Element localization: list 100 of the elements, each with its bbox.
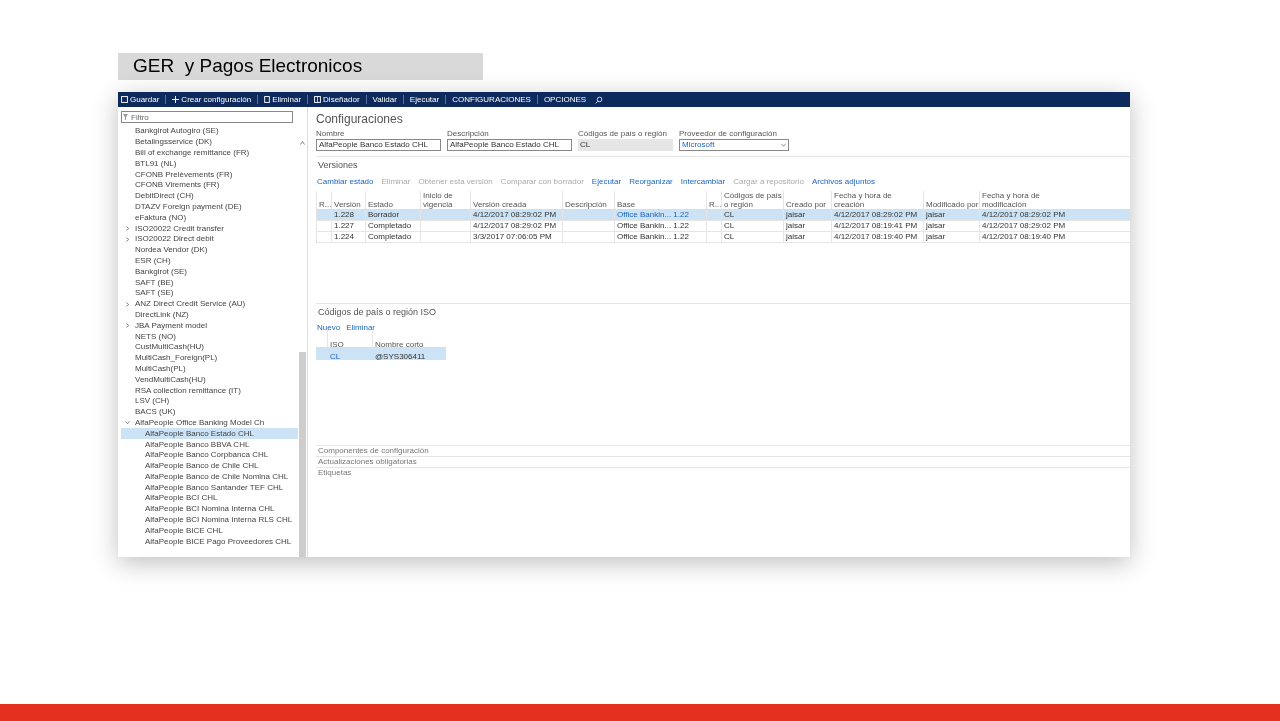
tree-item[interactable]: AlfaPeople Banco de Chile CHL — [121, 460, 298, 472]
action-button[interactable]: Archivos adjuntos — [811, 175, 876, 188]
tree-item[interactable]: JBA Payment model — [121, 320, 298, 332]
tree-item[interactable]: BTL91 (NL) — [121, 158, 298, 170]
tree-item[interactable]: AlfaPeople Banco BBVA CHL — [121, 439, 298, 450]
scroll-up-icon[interactable] — [300, 141, 305, 145]
table-row[interactable]: 1.224 Completado 3/3/2017 07:06:05 PM Office Bankin... 1.22 CL jaisar 4/12/2017 08:19:40 PM jaisar 4/12/2017 08:19:40 PM — [316, 231, 1130, 243]
tree-item[interactable]: RSA collection remittance (IT) — [121, 385, 298, 396]
toolbar-button[interactable]: CONFIGURACIONES — [452, 95, 531, 104]
table-cell: 4/12/2017 08:29:02 PM — [834, 210, 918, 219]
chevron-right-icon[interactable] — [125, 323, 130, 329]
table-cell: @SYS306411 — [375, 352, 426, 361]
chevron-down-icon[interactable] — [125, 420, 130, 426]
table-cell: jaisar — [926, 210, 946, 219]
tree-item[interactable]: ISO20022 Credit transfer — [121, 223, 298, 234]
column-header[interactable]: Nombre corto — [375, 340, 424, 349]
tree-item[interactable]: Bankgirot (SE) — [121, 266, 298, 278]
tree-item[interactable]: Betalingsservice (DK) — [121, 136, 298, 148]
tree-item[interactable]: Nordea Vendor (DK) — [121, 244, 298, 256]
section-title[interactable]: Códigos de país o región ISO — [316, 305, 1130, 319]
tree-item[interactable]: AlfaPeople BCI Nomina Interna RLS CHL — [121, 514, 298, 526]
chevron-right-icon[interactable] — [125, 301, 130, 307]
column-header[interactable]: R... — [319, 199, 332, 209]
toolbar-button[interactable]: Eliminar — [264, 95, 302, 104]
table-row[interactable]: CL @SYS306411 — [316, 348, 446, 360]
action-button[interactable]: Nuevo — [317, 322, 341, 334]
tree-item[interactable]: MultiCash_Foreign(PL) — [121, 352, 298, 364]
filter-field[interactable]: Filtro — [121, 111, 293, 123]
slide-title: GER y Pagos Electronicos — [118, 53, 483, 80]
action-button[interactable]: Reorganizar — [629, 175, 673, 188]
tree-item[interactable]: AlfaPeople Banco Estado CHL — [121, 428, 298, 440]
tree-item[interactable]: VendMultiCash(HU) — [121, 374, 298, 386]
tree-item[interactable]: NETS (NO) — [121, 331, 298, 342]
tree-item[interactable]: DTAZV Foreign payment (DE) — [121, 201, 298, 213]
action-button[interactable]: Cambiar estado — [317, 175, 374, 188]
tree-item[interactable]: AlfaPeople BICE CHL — [121, 525, 298, 537]
chevron-right-icon[interactable] — [125, 236, 130, 242]
tree-item[interactable]: DirectLink (NZ) — [121, 309, 298, 321]
column-header[interactable]: Códigos de país o región — [724, 190, 783, 209]
tree-item[interactable]: AlfaPeople Banco de Chile Nomina CHL — [121, 471, 298, 483]
scroll-thumb[interactable] — [299, 352, 306, 557]
search-icon[interactable] — [595, 95, 604, 104]
column-header[interactable]: Versión creada — [473, 199, 527, 209]
table-row[interactable]: 1.228 Borrador 4/12/2017 08:29:02 PM Office Bankin... 1.22 CL jaisar 4/12/2017 08:29:02 PM jaisar 4/12/2017 08:29:02 PM — [316, 209, 1130, 221]
tree-item[interactable]: Bankgirot Autogiro (SE) — [121, 126, 298, 137]
column-header[interactable]: Descripción — [565, 199, 607, 209]
page-title: Configuraciones — [316, 113, 404, 125]
text-field[interactable]: AlfaPeople Banco Estado CHL — [447, 139, 572, 151]
table-cell: jaisar — [786, 210, 806, 219]
section-title[interactable]: Componentes de configuración — [316, 445, 429, 457]
toolbar-button[interactable]: Validar — [372, 95, 397, 104]
tree-item[interactable]: Bill of exchange remittance (FR) — [121, 147, 298, 159]
tree-item[interactable]: LSV (CH) — [121, 395, 298, 407]
tree-item[interactable]: DebitDirect (CH) — [121, 190, 298, 202]
tree-item[interactable]: eFaktura (NO) — [121, 212, 298, 224]
section-title[interactable]: Etiquetas — [316, 467, 352, 479]
column-header[interactable]: Versión — [334, 199, 361, 209]
column-header[interactable]: Fecha y hora de creación — [834, 190, 923, 209]
action-button[interactable]: Eliminar — [346, 322, 376, 334]
action-button[interactable]: Intercambiar — [680, 175, 726, 188]
table-cell: Borrador — [368, 210, 400, 219]
provider-dropdown[interactable]: Microsoft — [679, 139, 789, 151]
tree-item[interactable]: AlfaPeople Office Banking Model Ch — [121, 417, 298, 429]
toolbar-button[interactable]: Ejecutar — [409, 95, 440, 104]
tree-item[interactable]: SAFT (BE) — [121, 277, 298, 288]
section-title[interactable]: Versiones — [316, 159, 1130, 173]
toolbar-button[interactable]: Guardar — [121, 95, 160, 104]
toolbar-button[interactable]: Diseñador — [314, 95, 360, 104]
chevron-right-icon[interactable] — [125, 226, 130, 232]
tree-item[interactable]: ESR (CH) — [121, 255, 298, 267]
tree-item[interactable]: CFONB Prelèvements (FR) — [121, 169, 298, 180]
tree-item[interactable]: ISO20022 Direct debit — [121, 233, 298, 245]
table-cell: CL — [724, 210, 735, 219]
tree-item[interactable]: AlfaPeople BCI Nomina Interna CHL — [121, 503, 298, 515]
table-cell: 1.227 — [334, 221, 355, 230]
table-row[interactable]: 1.227 Completado 4/12/2017 08:29:02 PM Office Bankin... 1.22 CL jaisar 4/12/2017 08:19:41 PM jaisar 4/12/2017 08:29:02 PM — [316, 220, 1130, 232]
tree-item[interactable]: AlfaPeople Banco Santander TEF CHL — [121, 482, 298, 494]
column-header[interactable]: Estado — [368, 199, 393, 209]
tree-item[interactable]: CustMultiCash(HU) — [121, 341, 298, 353]
column-header[interactable]: R... — [709, 199, 722, 209]
tree-item[interactable]: ANZ Direct Credit Service (AU) — [121, 298, 298, 310]
column-header[interactable]: Modificado por — [926, 199, 979, 209]
column-header[interactable]: ISO — [330, 340, 344, 349]
section-title[interactable]: Actualizaciones obligatorias — [316, 456, 417, 468]
column-header[interactable]: Inicio de vigencia — [423, 190, 470, 209]
column-header[interactable]: Base — [617, 199, 636, 209]
table-cell: 4/12/2017 08:19:40 PM — [834, 232, 918, 241]
tree-item[interactable]: AlfaPeople Banco Corpbanca CHL — [121, 449, 298, 461]
toolbar-button[interactable]: Crear configuración — [172, 95, 252, 104]
text-field[interactable]: AlfaPeople Banco Estado CHL — [316, 139, 441, 151]
tree-item[interactable]: BACS (UK) — [121, 406, 298, 418]
toolbar-button[interactable]: OPCIONES — [543, 95, 587, 104]
tree-item[interactable]: AlfaPeople BCI CHL — [121, 493, 298, 504]
tree-item[interactable]: MultiCash(PL) — [121, 363, 298, 375]
tree-item[interactable]: SAFT (SE) — [121, 287, 298, 299]
column-header[interactable]: Fecha y hora de modificación — [982, 190, 1073, 209]
column-header[interactable]: Creado por — [786, 199, 827, 209]
tree-item[interactable]: AlfaPeople BICE Pago Proveedores CHL — [121, 536, 298, 548]
action-button[interactable]: Ejecutar — [591, 175, 622, 188]
tree-item[interactable]: CFONB Virements (FR) — [121, 180, 298, 191]
